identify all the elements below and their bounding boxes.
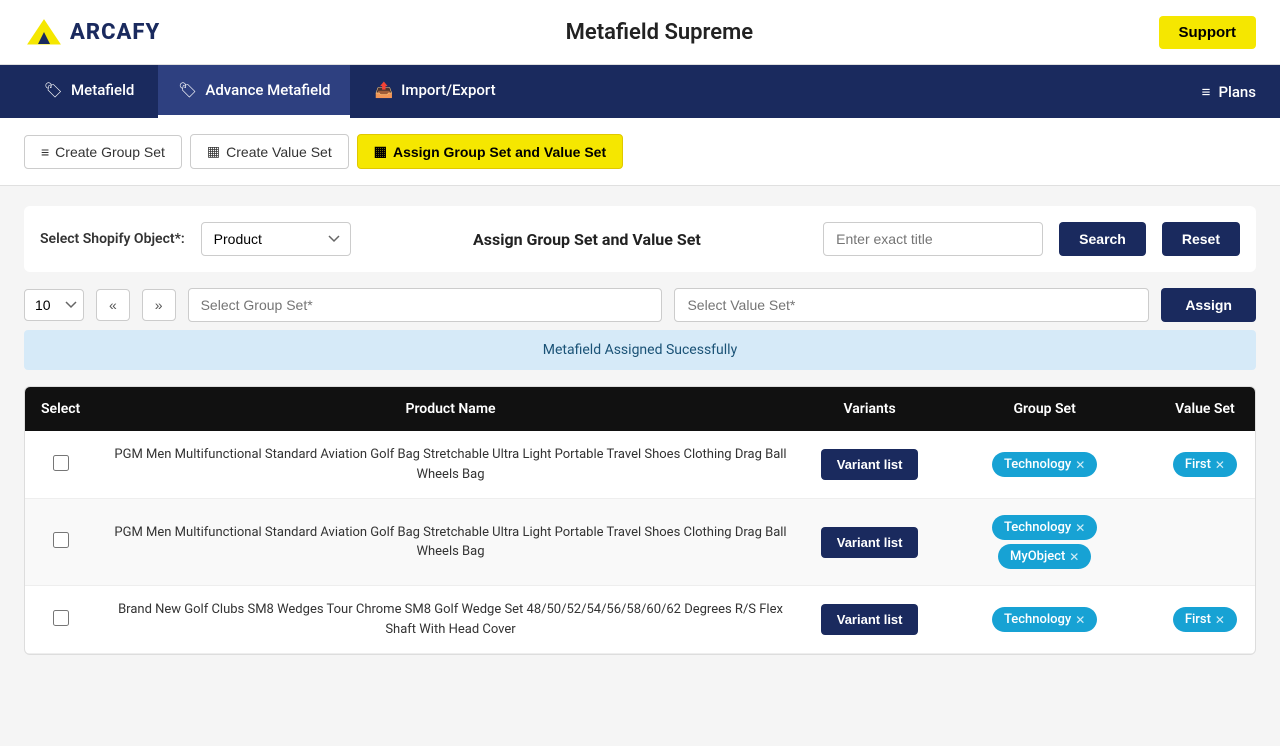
row-0-variant-button[interactable]: Variant list xyxy=(821,449,919,480)
nav-item-advance-label: Advance Metafield xyxy=(205,81,330,99)
products-table-wrapper: Select Product Name Variants Group Set V… xyxy=(24,386,1256,655)
search-button[interactable]: Search xyxy=(1059,222,1146,256)
filter-row: Select Shopify Object*: Product Collecti… xyxy=(24,206,1256,272)
pagination-next-button[interactable]: » xyxy=(142,289,176,321)
row-0-checkbox-cell xyxy=(25,431,96,499)
success-banner: Metafield Assigned Sucessfully xyxy=(24,330,1256,370)
group-set-tag-tech3: Technology ✕ xyxy=(992,607,1097,632)
nav-item-metafield-label: Metafield xyxy=(71,81,134,99)
content-area: Select Shopify Object*: Product Collecti… xyxy=(0,186,1280,746)
row-0-product-name: PGM Men Multifunctional Standard Aviatio… xyxy=(96,431,804,499)
list-icon: ≡ xyxy=(41,144,49,160)
assign-row: 10 25 50 100 « » Assign xyxy=(24,288,1256,322)
col-group-set: Group Set xyxy=(934,387,1154,431)
assign-grid-icon: ▦ xyxy=(374,143,387,160)
top-bar: ARCAFY Metafield Supreme Support xyxy=(0,0,1280,65)
plans-label: Plans xyxy=(1218,83,1256,101)
value-set-input[interactable] xyxy=(674,288,1149,322)
table-row: PGM Men Multifunctional Standard Aviatio… xyxy=(25,431,1255,499)
group-set-tag-tech1: Technology ✕ xyxy=(992,452,1097,477)
tag-filled-icon: 🏷 xyxy=(178,81,197,99)
tag-icon: 🏷 xyxy=(44,81,63,99)
col-variants: Variants xyxy=(805,387,935,431)
value-set-tag-label: First xyxy=(1185,457,1211,472)
table-row: Brand New Golf Clubs SM8 Wedges Tour Chr… xyxy=(25,586,1255,654)
shopify-object-select[interactable]: Product Collection Customer Order xyxy=(201,222,351,256)
search-input[interactable] xyxy=(823,222,1043,256)
row-1-variants: Variant list xyxy=(805,499,935,586)
nav-left: 🏷 Metafield 🏷 Advance Metafield 📤 Import… xyxy=(24,65,516,118)
value-set-tag-remove[interactable]: ✕ xyxy=(1215,613,1225,627)
sub-nav: ≡ Create Group Set ▦ Create Value Set ▦ … xyxy=(0,118,1280,186)
import-export-icon: 📤 xyxy=(374,81,393,99)
group-set-tag-label: Technology xyxy=(1004,612,1071,627)
assign-button[interactable]: Assign xyxy=(1161,288,1256,322)
group-set-tag-label: Technology xyxy=(1004,457,1071,472)
value-set-tag-first1: First ✕ xyxy=(1173,452,1237,477)
plans-icon: ≡ xyxy=(1202,83,1211,101)
assign-group-set-button[interactable]: ▦ Assign Group Set and Value Set xyxy=(357,134,623,169)
app-title: Metafield Supreme xyxy=(566,20,753,45)
row-2-checkbox[interactable] xyxy=(53,610,69,626)
table-header-row: Select Product Name Variants Group Set V… xyxy=(25,387,1255,431)
assign-group-set-label: Assign Group Set and Value Set xyxy=(393,144,606,160)
row-0-checkbox[interactable] xyxy=(53,455,69,471)
group-set-tag-label: Technology xyxy=(1004,520,1071,535)
row-2-product-name: Brand New Golf Clubs SM8 Wedges Tour Chr… xyxy=(96,586,804,654)
row-1-group-set: Technology ✕ MyObject ✕ xyxy=(934,499,1154,586)
row-0-group-set: Technology ✕ xyxy=(934,431,1154,499)
nav-item-metafield[interactable]: 🏷 Metafield xyxy=(24,65,154,118)
table-row: PGM Men Multifunctional Standard Aviatio… xyxy=(25,499,1255,586)
group-set-tag-remove[interactable]: ✕ xyxy=(1069,550,1079,564)
group-set-input[interactable] xyxy=(188,288,663,322)
products-table: Select Product Name Variants Group Set V… xyxy=(25,387,1255,654)
support-button[interactable]: Support xyxy=(1159,16,1257,49)
reset-button[interactable]: Reset xyxy=(1162,222,1240,256)
logo-text: ARCAFY xyxy=(70,20,160,45)
col-value-set: Value Set xyxy=(1155,387,1255,431)
group-set-tag-label: MyObject xyxy=(1010,549,1065,564)
row-2-variant-button[interactable]: Variant list xyxy=(821,604,919,635)
nav-bar: 🏷 Metafield 🏷 Advance Metafield 📤 Import… xyxy=(0,65,1280,118)
nav-plans[interactable]: ≡ Plans xyxy=(1202,67,1256,117)
row-2-checkbox-cell xyxy=(25,586,96,654)
nav-item-import-export-label: Import/Export xyxy=(401,81,495,99)
row-2-value-set: First ✕ xyxy=(1155,586,1255,654)
group-set-tag-remove[interactable]: ✕ xyxy=(1075,458,1085,472)
create-value-set-label: Create Value Set xyxy=(226,144,332,160)
col-product-name: Product Name xyxy=(96,387,804,431)
group-set-tag-myobj2: MyObject ✕ xyxy=(998,544,1091,569)
section-title: Assign Group Set and Value Set xyxy=(367,230,807,249)
row-0-value-set: First ✕ xyxy=(1155,431,1255,499)
group-set-tag-remove[interactable]: ✕ xyxy=(1075,521,1085,535)
create-group-set-button[interactable]: ≡ Create Group Set xyxy=(24,135,182,169)
row-1-checkbox[interactable] xyxy=(53,532,69,548)
value-set-tag-remove[interactable]: ✕ xyxy=(1215,458,1225,472)
row-2-group-set: Technology ✕ xyxy=(934,586,1154,654)
col-select: Select xyxy=(25,387,96,431)
group-set-tag-remove[interactable]: ✕ xyxy=(1075,613,1085,627)
group-set-tag-tech2: Technology ✕ xyxy=(992,515,1097,540)
select-object-label: Select Shopify Object*: xyxy=(40,231,185,247)
create-group-set-label: Create Group Set xyxy=(55,144,165,160)
create-value-set-button[interactable]: ▦ Create Value Set xyxy=(190,134,349,169)
row-1-product-name: PGM Men Multifunctional Standard Aviatio… xyxy=(96,499,804,586)
value-set-tag-label: First xyxy=(1185,612,1211,627)
pagination-prev-button[interactable]: « xyxy=(96,289,130,321)
nav-item-advance-metafield[interactable]: 🏷 Advance Metafield xyxy=(158,65,350,118)
row-1-value-set xyxy=(1155,499,1255,586)
grid-icon: ▦ xyxy=(207,143,220,160)
row-0-variants: Variant list xyxy=(805,431,935,499)
value-set-tag-first3: First ✕ xyxy=(1173,607,1237,632)
row-1-variant-button[interactable]: Variant list xyxy=(821,527,919,558)
page-size-select[interactable]: 10 25 50 100 xyxy=(24,289,84,321)
nav-item-import-export[interactable]: 📤 Import/Export xyxy=(354,65,515,118)
logo: ARCAFY xyxy=(24,12,160,52)
row-2-variants: Variant list xyxy=(805,586,935,654)
row-1-checkbox-cell xyxy=(25,499,96,586)
